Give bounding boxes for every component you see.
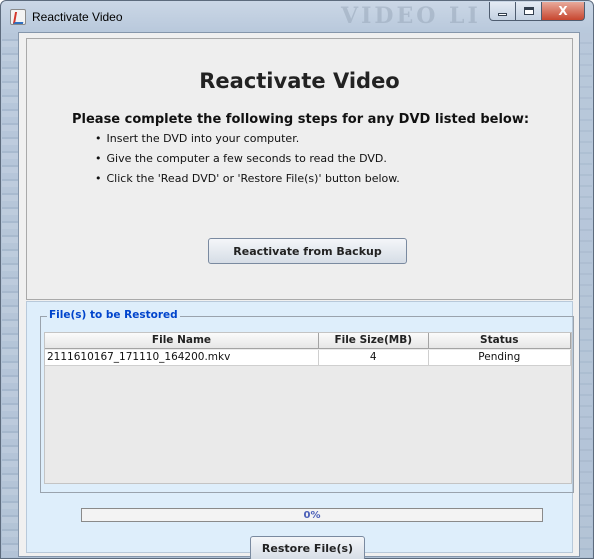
restore-files-button[interactable]: Restore File(s) xyxy=(250,536,365,559)
app-window: Reactivate Video VIDEO LI X Reactivate V… xyxy=(0,0,594,559)
close-icon: X xyxy=(558,4,568,18)
reactivate-from-backup-button[interactable]: Reactivate from Backup xyxy=(208,238,407,264)
client-area: Reactivate Video Please complete the fol… xyxy=(18,32,580,559)
table-header: File Name File Size(MB) Status xyxy=(45,333,571,349)
title-bar[interactable]: Reactivate Video VIDEO LI X xyxy=(1,1,593,33)
step-item: Insert the DVD into your computer. xyxy=(95,132,300,145)
column-header-status[interactable]: Status xyxy=(428,333,571,349)
background-ghost-text: VIDEO LI xyxy=(341,3,481,29)
maximize-button[interactable] xyxy=(516,2,542,21)
step-item: Give the computer a few seconds to read … xyxy=(95,152,387,165)
files-table[interactable]: File Name File Size(MB) Status 211161016… xyxy=(44,332,572,484)
window-controls: X xyxy=(489,2,585,22)
cell-file-name: 2111610167_171110_164200.mkv xyxy=(45,350,319,366)
java-app-icon xyxy=(10,9,26,25)
maximize-icon xyxy=(523,7,534,15)
restore-progress-bar: 0% xyxy=(81,508,543,522)
steps-heading: Please complete the following steps for … xyxy=(72,112,530,127)
window-title: Reactivate Video xyxy=(32,10,123,24)
minimize-icon xyxy=(498,12,507,16)
restore-panel: File(s) to be Restored File Name File Si… xyxy=(26,301,574,559)
instructions-panel: Reactivate Video Please complete the fol… xyxy=(26,38,573,300)
close-button[interactable]: X xyxy=(542,2,585,21)
page-title: Reactivate Video xyxy=(199,69,400,93)
cell-status: Pending xyxy=(428,350,572,366)
files-group-title: File(s) to be Restored xyxy=(47,309,180,321)
table-row[interactable]: 2111610167_171110_164200.mkv 4 Pending xyxy=(45,350,572,366)
column-header-file-size[interactable]: File Size(MB) xyxy=(318,333,429,349)
window-frame-left xyxy=(2,33,18,557)
cell-file-size: 4 xyxy=(318,350,429,366)
column-header-file-name[interactable]: File Name xyxy=(45,333,319,349)
window-frame-right xyxy=(578,33,592,557)
minimize-button[interactable] xyxy=(489,2,516,21)
files-groupbox: File(s) to be Restored File Name File Si… xyxy=(40,309,574,493)
progress-label: 0% xyxy=(303,510,321,521)
step-item: Click the 'Read DVD' or 'Restore File(s)… xyxy=(95,172,400,185)
